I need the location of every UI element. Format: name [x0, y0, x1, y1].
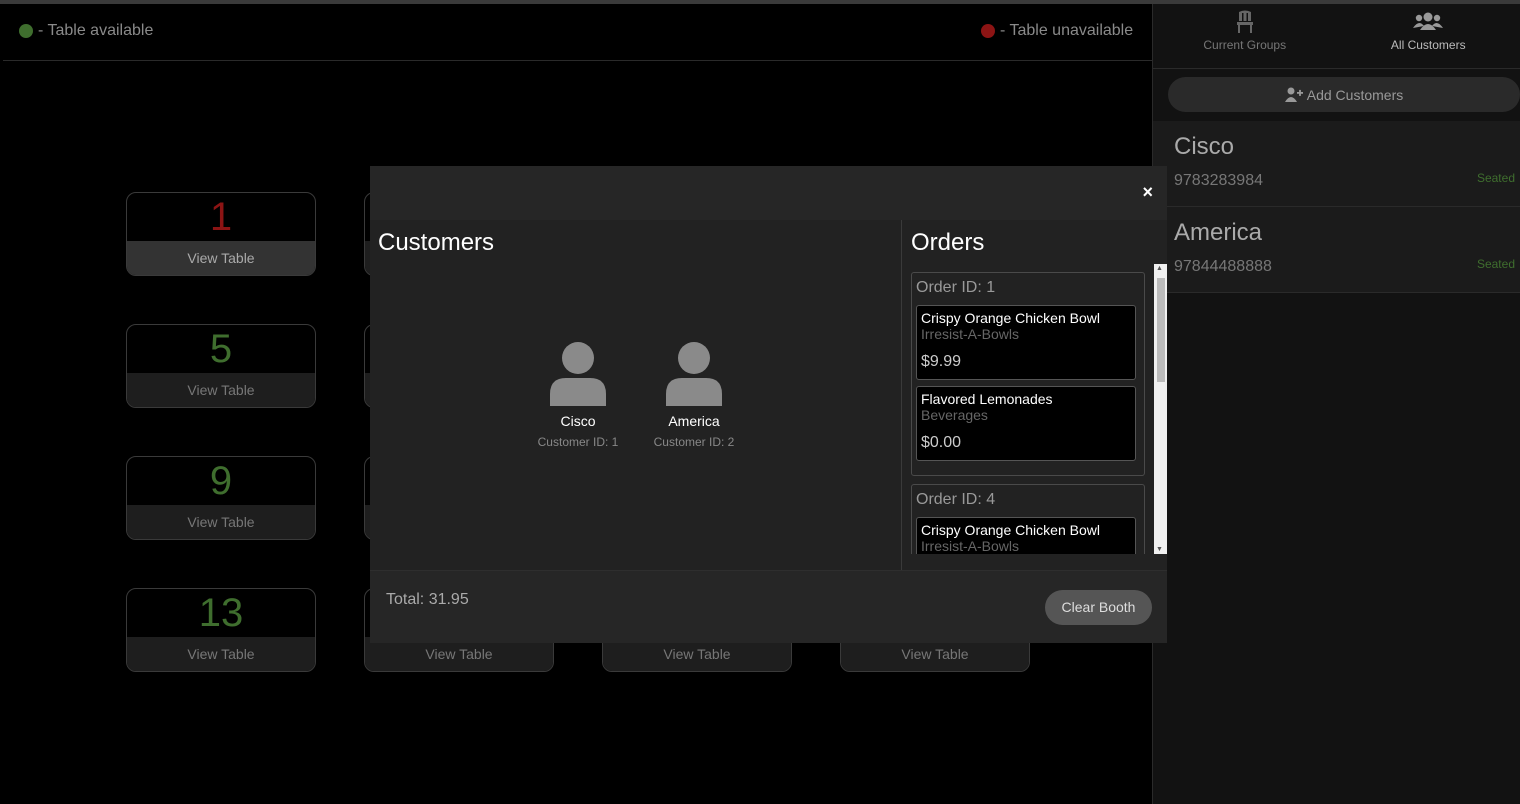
- table-card-13[interactable]: 13 View Table: [126, 588, 316, 672]
- orders-list[interactable]: Order ID: 1 Crispy Orange Chicken Bowl I…: [911, 272, 1145, 554]
- customer-list: Cisco 9783283984 Seated America 97844488…: [1153, 121, 1520, 293]
- customer-name: Cisco: [560, 413, 596, 429]
- orders-title: Orders: [911, 229, 985, 256]
- legend-available: - Table available: [19, 22, 153, 40]
- item-category: Beverages: [921, 407, 988, 423]
- scroll-thumb[interactable]: [1157, 278, 1165, 382]
- orders-section: Orders Order ID: 1 Crispy Orange Chicken…: [903, 220, 1167, 570]
- modal-footer: Total: 31.95 Clear Booth: [370, 570, 1167, 643]
- customer-name: America: [668, 413, 720, 429]
- customers-title: Customers: [378, 229, 495, 256]
- view-table-button[interactable]: View Table: [127, 241, 315, 275]
- table-card-9[interactable]: 9 View Table: [126, 456, 316, 540]
- order-total: Total: 31.95: [386, 591, 469, 608]
- list-item[interactable]: America 97844488888 Seated: [1153, 207, 1520, 293]
- sidebar: Current Groups All Customers Add Custome…: [1152, 4, 1520, 804]
- tab-all-customers[interactable]: All Customers: [1337, 4, 1520, 68]
- order-item: Crispy Orange Chicken Bowl Irresist-A-Bo…: [916, 305, 1136, 380]
- table-card-1[interactable]: 1 View Table: [126, 192, 316, 276]
- table-number: 9: [209, 459, 233, 503]
- item-category: Irresist-A-Bowls: [921, 326, 1020, 342]
- order-card: Order ID: 1 Crispy Orange Chicken Bowl I…: [911, 272, 1145, 476]
- tab-all-customers-label: All Customers: [1390, 38, 1466, 52]
- order-card: Order ID: 4 Crispy Orange Chicken Bowl I…: [911, 484, 1145, 554]
- close-icon[interactable]: ×: [1142, 182, 1153, 203]
- scroll-up-icon[interactable]: ▲: [1156, 265, 1163, 272]
- item-price: $0.00: [921, 434, 962, 451]
- clear-booth-button[interactable]: Clear Booth: [1045, 590, 1152, 625]
- order-id: Order ID: 4: [916, 491, 996, 508]
- status-badge: Seated: [1476, 171, 1515, 185]
- table-number: 1: [209, 195, 233, 239]
- customers-section: Customers Cisco Customer ID: 1 America C…: [370, 220, 902, 570]
- tab-current-groups[interactable]: Current Groups: [1153, 4, 1337, 68]
- customer-card[interactable]: Cisco Customer ID: 1: [528, 342, 628, 449]
- table-number: 5: [209, 327, 233, 371]
- add-customers-label: Add Customers: [1306, 86, 1404, 103]
- chair-icon: [1236, 10, 1253, 33]
- user-avatar-icon: [666, 342, 722, 406]
- order-item: Flavored Lemonades Beverages $0.00: [916, 386, 1136, 461]
- legend-available-label: - Table available: [38, 22, 154, 39]
- legend-bar: - Table available - Table unavailable: [3, 4, 1152, 61]
- customer-phone: 9783283984: [1174, 172, 1263, 189]
- item-price: $9.99: [921, 353, 962, 370]
- item-name: Crispy Orange Chicken Bowl: [921, 310, 1100, 326]
- customer-id: Customer ID: 2: [653, 435, 735, 449]
- status-badge: Seated: [1476, 257, 1515, 271]
- table-modal: × Customers Cisco Customer ID: 1 America…: [370, 166, 1167, 643]
- modal-body: Customers Cisco Customer ID: 1 America C…: [370, 220, 1167, 570]
- view-table-button[interactable]: View Table: [127, 637, 315, 671]
- customer-name: America: [1174, 219, 1263, 246]
- item-category: Irresist-A-Bowls: [921, 538, 1020, 554]
- legend-unavailable: - Table unavailable: [981, 22, 1133, 40]
- table-card-5[interactable]: 5 View Table: [126, 324, 316, 408]
- list-item[interactable]: Cisco 9783283984 Seated: [1153, 121, 1520, 207]
- user-avatar-icon: [550, 342, 606, 406]
- legend-unavailable-label: - Table unavailable: [1000, 22, 1134, 39]
- item-name: Flavored Lemonades: [921, 391, 1053, 407]
- users-icon: [1413, 12, 1444, 30]
- view-table-button[interactable]: View Table: [127, 505, 315, 539]
- sidebar-tabs: Current Groups All Customers: [1153, 4, 1520, 69]
- tab-current-groups-label: Current Groups: [1203, 38, 1287, 52]
- order-id: Order ID: 1: [916, 279, 996, 296]
- order-item: Crispy Orange Chicken Bowl Irresist-A-Bo…: [916, 517, 1136, 554]
- red-dot-icon: [981, 24, 995, 38]
- customer-id: Customer ID: 1: [537, 435, 619, 449]
- add-customers-button[interactable]: Add Customers: [1168, 77, 1520, 112]
- user-plus-icon: [1284, 87, 1303, 102]
- table-number: 13: [198, 591, 244, 635]
- customer-card[interactable]: America Customer ID: 2: [644, 342, 744, 449]
- orders-scrollbar[interactable]: ▲ ▼: [1154, 264, 1167, 554]
- item-name: Crispy Orange Chicken Bowl: [921, 522, 1100, 538]
- customer-name: Cisco: [1174, 133, 1235, 160]
- scroll-down-icon[interactable]: ▼: [1156, 546, 1163, 553]
- green-dot-icon: [19, 24, 33, 38]
- customer-phone: 97844488888: [1174, 258, 1272, 275]
- view-table-button[interactable]: View Table: [127, 373, 315, 407]
